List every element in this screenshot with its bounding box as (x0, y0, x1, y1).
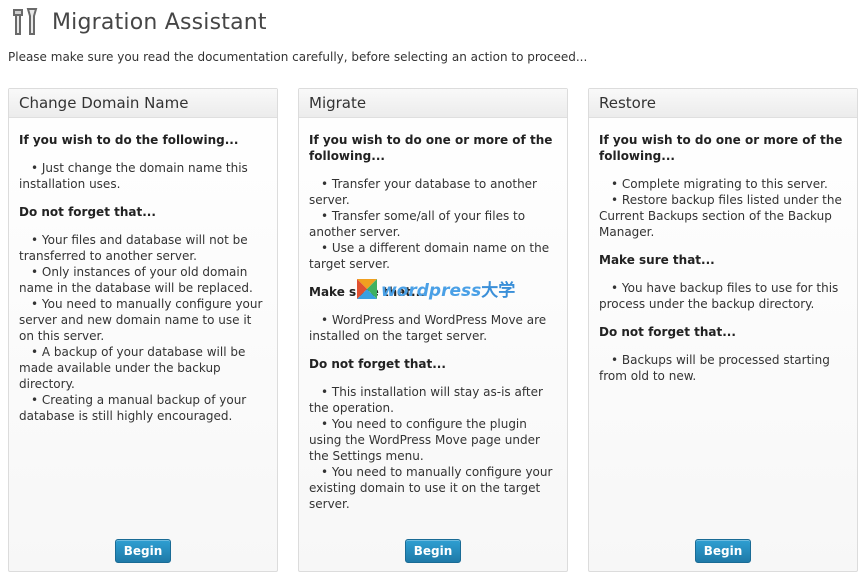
intro-text: Please make sure you read the documentat… (8, 50, 588, 64)
begin-button-restore[interactable]: Begin (695, 539, 751, 563)
list-item: • You need to manually configure your ex… (309, 465, 553, 511)
watermark: wordpress大学 (355, 276, 515, 301)
list-item: • Restore backup files listed under the … (599, 193, 842, 239)
panel-title: Change Domain Name (9, 89, 277, 118)
list-item: • Only instances of your old domain name… (19, 265, 253, 295)
section-heading: Make sure that... (599, 253, 715, 267)
section-heading: Do not forget that... (599, 325, 736, 339)
panel-title: Restore (589, 89, 857, 118)
list-item: • A backup of your database will be made… (19, 345, 246, 391)
panel-restore: Restore If you wish to do one or more of… (588, 88, 858, 572)
begin-button-migrate[interactable]: Begin (405, 539, 461, 563)
list-item: • Your files and database will not be tr… (19, 233, 248, 263)
list-item: • Transfer your database to another serv… (309, 177, 537, 207)
list-item: • Just change the domain name this insta… (19, 161, 248, 191)
section-heading: Do not forget that... (19, 205, 156, 219)
watermark-text: wordpress大学 (381, 281, 516, 301)
list-item: • You have backup files to use for this … (599, 281, 839, 311)
list-item: • This installation will stay as-is afte… (309, 385, 543, 415)
list-item: • Complete migrating to this server. (611, 177, 828, 191)
list-item: • Creating a manual backup of your datab… (19, 393, 247, 423)
list-item: • You need to configure the plugin using… (309, 417, 540, 463)
section-heading: If you wish to do one or more of the fol… (309, 133, 553, 163)
section-heading: If you wish to do the following... (19, 133, 239, 147)
list-item: • WordPress and WordPress Move are insta… (309, 313, 547, 343)
page-header: Migration Assistant (10, 4, 267, 40)
page-title: Migration Assistant (52, 9, 267, 35)
panel-change-domain: Change Domain Name If you wish to do the… (8, 88, 278, 572)
list-item: • You need to manually configure your se… (19, 297, 263, 343)
list-item: • Use a different domain name on the tar… (309, 241, 550, 271)
panel-migrate: Migrate If you wish to do one or more of… (298, 88, 568, 572)
section-heading: If you wish to do one or more of the fol… (599, 133, 843, 163)
wordpress-logo-icon (357, 278, 377, 299)
panel-title: Migrate (299, 89, 567, 118)
list-item: • Backups will be processed starting fro… (599, 353, 830, 383)
begin-button-change-domain[interactable]: Begin (115, 539, 171, 563)
tools-icon (13, 8, 38, 35)
section-heading: Do not forget that... (309, 357, 446, 371)
list-item: • Transfer some/all of your files to ano… (309, 209, 526, 239)
